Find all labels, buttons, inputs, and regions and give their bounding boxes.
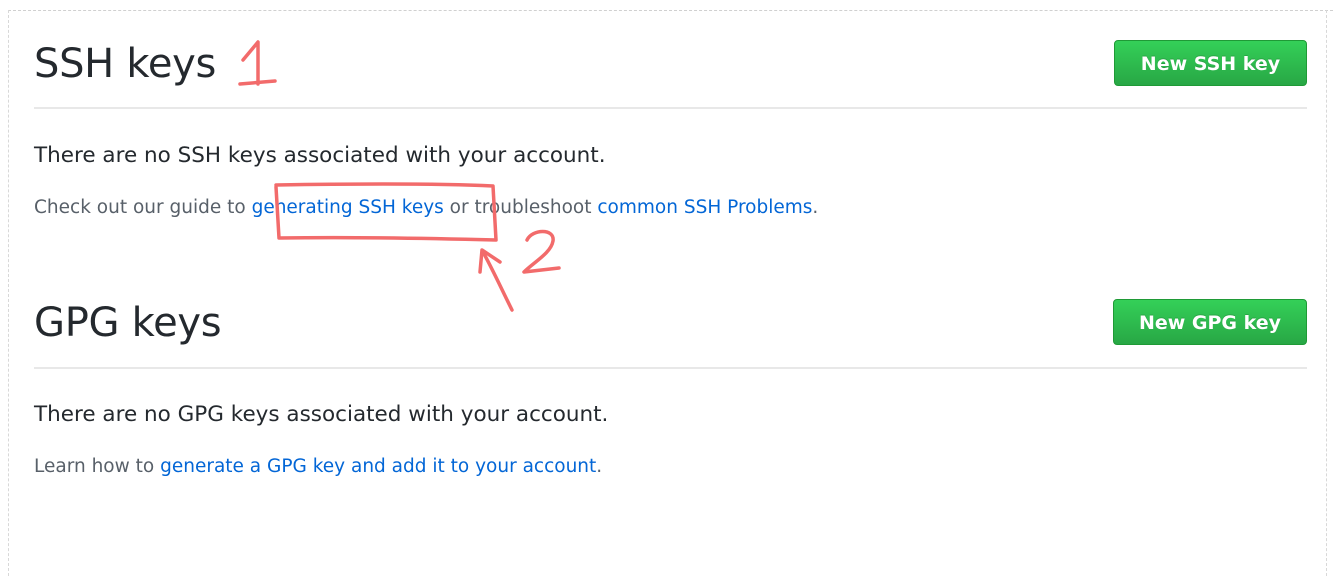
- generate-gpg-key-link[interactable]: generate a GPG key and add it to your ac…: [160, 456, 596, 477]
- gpg-help-prefix: Learn how to: [34, 456, 161, 477]
- ssh-keys-heading: SSH keys: [34, 41, 217, 87]
- gpg-help-suffix: .: [596, 456, 603, 477]
- common-ssh-problems-link[interactable]: common SSH Problems: [597, 197, 812, 218]
- frame-border-top: [8, 10, 1333, 11]
- new-ssh-key-button[interactable]: New SSH key: [1114, 40, 1307, 86]
- marker-1-stroke: [238, 40, 277, 86]
- ssh-help-text: Check out our guide to generating SSH ke…: [34, 195, 818, 221]
- arrow-shaft: [481, 250, 514, 312]
- gpg-keys-heading: GPG keys: [34, 300, 222, 346]
- frame-border-right: [1326, 10, 1327, 576]
- ssh-help-prefix: Check out our guide to: [34, 197, 252, 218]
- ssh-empty-message: There are no SSH keys associated with yo…: [34, 143, 606, 168]
- settings-page: SSH keys New SSH key There are no SSH ke…: [0, 0, 1333, 576]
- ssh-help-middle: or troubleshoot: [443, 197, 598, 218]
- gpg-section-divider: [34, 367, 1307, 369]
- gpg-help-text: Learn how to generate a GPG key and add …: [34, 454, 602, 480]
- generating-ssh-keys-link[interactable]: generating SSH keys: [252, 197, 444, 218]
- new-gpg-key-button[interactable]: New GPG key: [1113, 299, 1307, 345]
- ssh-help-suffix: .: [812, 197, 819, 218]
- ssh-section-divider: [34, 107, 1307, 109]
- frame-border-left: [8, 10, 9, 576]
- marker-2-stroke: [522, 229, 561, 274]
- arrow-head: [478, 248, 502, 274]
- gpg-empty-message: There are no GPG keys associated with yo…: [34, 402, 609, 427]
